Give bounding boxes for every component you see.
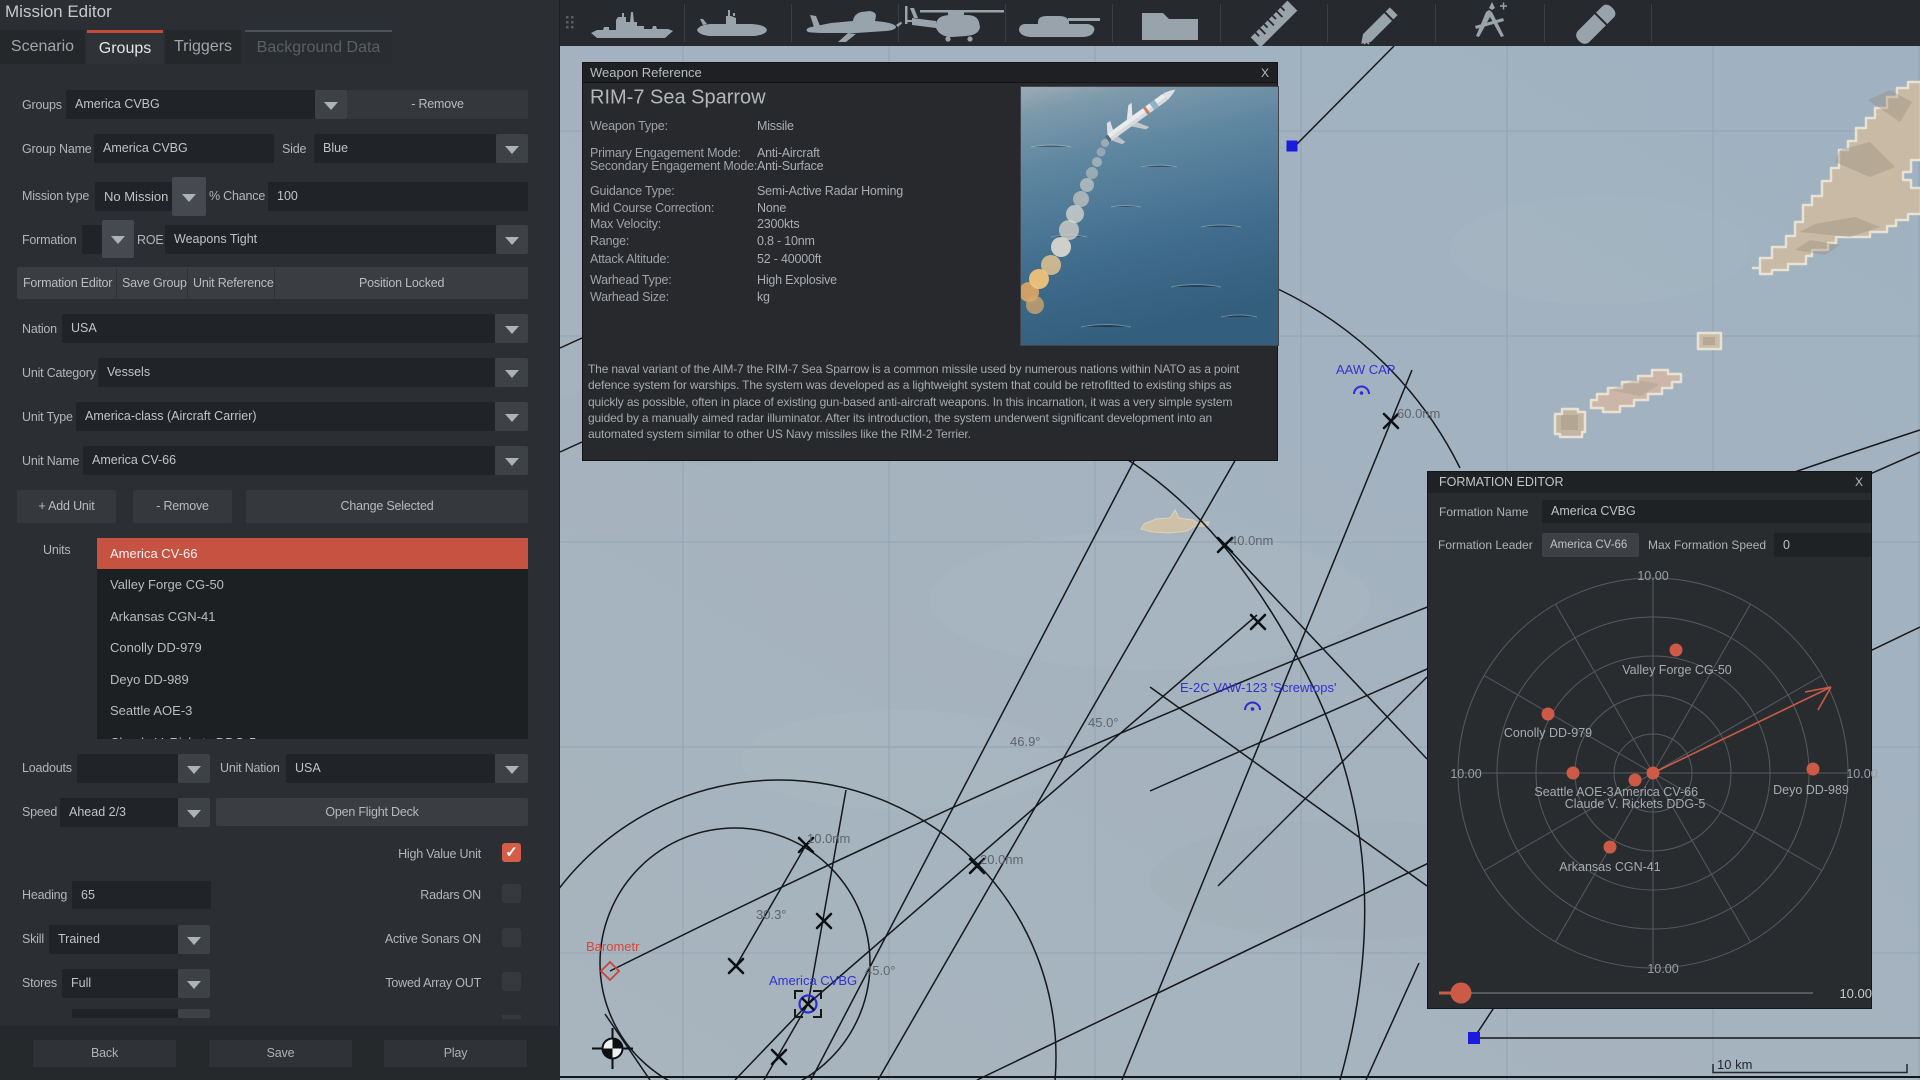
svg-text:10.00: 10.00 <box>1637 569 1668 583</box>
svg-text:AAW CAP: AAW CAP <box>1336 362 1395 377</box>
svg-text:45.0°: 45.0° <box>1088 715 1119 730</box>
svg-text:45.0°: 45.0° <box>865 963 896 978</box>
svg-text:Conolly DD-979: Conolly DD-979 <box>1504 726 1592 740</box>
svg-text:30.3°: 30.3° <box>756 907 787 922</box>
svg-text:10.0nm: 10.0nm <box>807 831 850 846</box>
svg-text:Deyo DD-989: Deyo DD-989 <box>1773 783 1849 797</box>
svg-text:20.0nm: 20.0nm <box>980 852 1023 867</box>
svg-text:10.00: 10.00 <box>1647 962 1678 976</box>
svg-text:10.00: 10.00 <box>1846 767 1877 781</box>
svg-text:10.00: 10.00 <box>1450 767 1481 781</box>
svg-text:Claude V. Rickets DDG-5: Claude V. Rickets DDG-5 <box>1565 797 1706 811</box>
svg-text:40.0nm: 40.0nm <box>1230 533 1273 548</box>
svg-text:10.00: 10.00 <box>1839 986 1872 1001</box>
svg-text:10 km: 10 km <box>1717 1057 1752 1072</box>
svg-text:Arkansas CGN-41: Arkansas CGN-41 <box>1559 860 1660 874</box>
svg-text:Valley Forge CG-50: Valley Forge CG-50 <box>1622 663 1732 677</box>
svg-text:46.9°: 46.9° <box>1010 734 1041 749</box>
svg-text:60.0nm: 60.0nm <box>1397 406 1440 421</box>
svg-text:E-2C VAW-123 'Screwtops': E-2C VAW-123 'Screwtops' <box>1180 680 1336 695</box>
svg-text:America CVBG: America CVBG <box>769 973 857 988</box>
svg-text:Barometr: Barometr <box>586 939 640 954</box>
